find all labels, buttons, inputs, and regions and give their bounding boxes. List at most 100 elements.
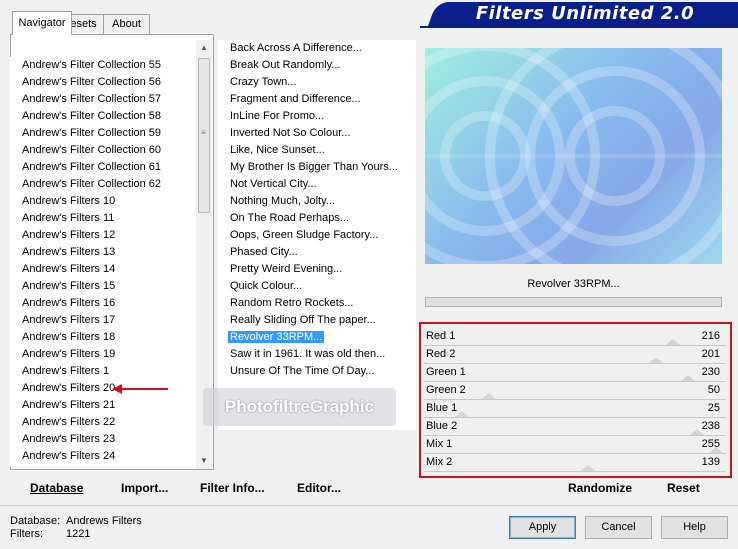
editor-button[interactable]: Editor... [297, 481, 341, 495]
filter-item-label: Really Sliding Off The paper... [230, 314, 376, 326]
filter-item[interactable]: Crazy Town... [218, 74, 416, 91]
category-item[interactable]: Andrew's Filters 12 [10, 227, 195, 244]
scroll-down-arrow-icon[interactable]: ▼ [196, 453, 212, 469]
filter-item[interactable]: Inverted Not So Colour... [218, 125, 416, 142]
selected-filter-label: Revolver 33RPM... [527, 278, 620, 290]
category-item[interactable]: Andrew's Filters 16 [10, 295, 195, 312]
filter-item-label: Saw it in 1961. It was old then... [230, 348, 386, 360]
reset-button[interactable]: Reset [667, 481, 700, 495]
filter-item-label: My Brother Is Bigger Than Yours... [230, 161, 398, 173]
scroll-up-arrow-icon[interactable]: ▲ [196, 40, 212, 56]
slider-value: 216 [701, 330, 720, 342]
app-title: Filters Unlimited 2.0 [475, 3, 695, 24]
category-item[interactable]: Andrew's Filter Collection 57 [10, 91, 195, 108]
slider-value: 255 [701, 438, 720, 450]
filter-item[interactable]: InLine For Promo... [218, 108, 416, 125]
filter-item[interactable]: Random Retro Rockets... [218, 295, 416, 312]
filter-item[interactable]: Phased City... [218, 244, 416, 261]
category-item[interactable]: Andrew's Filters 24 [10, 448, 195, 465]
filter-info-button[interactable]: Filter Info... [200, 481, 265, 495]
slider-thumb[interactable] [649, 357, 664, 363]
category-item[interactable]: Andrew's Filters 22 [10, 414, 195, 431]
filter-item[interactable]: On The Road Perhaps... [218, 210, 416, 227]
filters-count-value: 1221 [66, 528, 91, 540]
tab-about[interactable]: About [103, 14, 150, 34]
filter-item-label: Back Across A Difference... [230, 42, 362, 54]
slider-row[interactable]: Green 1 230 [424, 364, 726, 382]
filter-item[interactable]: Quick Colour... [218, 278, 416, 295]
filter-item[interactable]: Back Across A Difference... [218, 40, 416, 57]
category-item[interactable]: Andrew's Filters 19 [10, 346, 195, 363]
category-item[interactable]: Andrew's Filters 23 [10, 431, 195, 448]
slider-label: Red 2 [426, 348, 456, 360]
slider-row[interactable]: Mix 1 255 [424, 436, 726, 454]
filter-list[interactable]: Back Across A Difference... Break Out Ran… [218, 40, 416, 430]
slider-track[interactable] [424, 471, 726, 472]
filter-item[interactable]: Fragment and Difference... [218, 91, 416, 108]
slider-thumb[interactable] [681, 375, 696, 381]
category-item[interactable]: Andrew's Filters 21 [10, 397, 195, 414]
category-item[interactable]: Andrew's Filters 14 [10, 261, 195, 278]
filter-item[interactable]: Really Sliding Off The paper... [218, 312, 416, 329]
slider-label: Red 1 [426, 330, 456, 342]
slider-row[interactable]: Red 1 216 [424, 328, 726, 346]
category-item[interactable]: Andrew's Filters 1 [10, 363, 195, 380]
randomize-label: Randomize [568, 481, 633, 495]
category-item[interactable]: Andrew's Filter Collection 55 [10, 57, 195, 74]
category-list[interactable]: Andrew's Filter Collection 55 Andrew's Fi… [10, 57, 195, 467]
slider-label: Mix 1 [426, 438, 453, 450]
slider-row[interactable]: Red 2 201 [424, 346, 726, 364]
filter-item[interactable]: My Brother Is Bigger Than Yours... [218, 159, 416, 176]
filter-item[interactable]: Pretty Weird Evening... [218, 261, 416, 278]
category-item[interactable]: Andrew's Filter Collection 58 [10, 108, 195, 125]
category-item[interactable]: Andrew's Filters 17 [10, 312, 195, 329]
category-item[interactable]: Andrew's Filters 15 [10, 278, 195, 295]
filter-item-label: Break Out Randomly... [230, 59, 341, 71]
slider-value: 238 [701, 420, 720, 432]
filter-item[interactable]: Revolver 33RPM... [218, 329, 416, 346]
cancel-button[interactable]: Cancel [585, 516, 652, 539]
filter-item[interactable]: Not Vertical City... [218, 176, 416, 193]
tab-navigator[interactable]: Navigator [12, 11, 72, 35]
category-item[interactable]: Andrew's Filters 13 [10, 244, 195, 261]
filter-item[interactable]: Break Out Randomly... [218, 57, 416, 74]
scroll-thumb[interactable]: ≡ [198, 58, 210, 213]
category-item[interactable]: Andrew's Filter Collection 61 [10, 159, 195, 176]
category-item[interactable]: Andrew's Filter Collection 56 [10, 74, 195, 91]
randomize-button[interactable]: Randomize [568, 481, 632, 495]
category-item[interactable]: Andrew's Filters 10 [10, 193, 195, 210]
import-button[interactable]: Import... [121, 481, 168, 495]
filter-item-label: Like, Nice Sunset... [230, 144, 325, 156]
grip-icon: ≡ [201, 128, 206, 137]
slider-value: 139 [701, 456, 720, 468]
category-item[interactable]: Andrew's Filter Collection 62 [10, 176, 195, 193]
category-item[interactable]: Andrew's Filters 18 [10, 329, 195, 346]
filter-item-label: Crazy Town... [230, 76, 297, 88]
apply-button[interactable]: Apply [509, 516, 576, 539]
database-button[interactable]: Database [30, 481, 83, 495]
slider-thumb[interactable] [580, 465, 595, 471]
category-item[interactable]: Andrew's Filter Collection 59 [10, 125, 195, 142]
filter-item[interactable]: Nothing Much, Jolty... [218, 193, 416, 210]
category-item[interactable]: Andrew's Filter Collection 60 [10, 142, 195, 159]
slider-row[interactable]: Blue 2 238 [424, 418, 726, 436]
help-button[interactable]: Help [661, 516, 728, 539]
slider-row[interactable]: Green 2 50 [424, 382, 726, 400]
category-item[interactable]: Andrew's Filters 11 [10, 210, 195, 227]
slider-label: Blue 1 [426, 402, 458, 414]
import-label: Import... [121, 481, 169, 495]
slider-thumb[interactable] [482, 393, 497, 399]
red-arrow-icon [112, 384, 168, 394]
progress-bar [425, 297, 722, 307]
slider-thumb[interactable] [665, 339, 680, 345]
filter-item-label: InLine For Promo... [230, 110, 325, 122]
filter-item[interactable]: Unsure Of The Time Of Day... [218, 363, 416, 380]
database-status-value: Andrews Filters [66, 515, 142, 527]
database-status-label: Database: [10, 515, 61, 527]
filter-item[interactable]: Like, Nice Sunset... [218, 142, 416, 159]
slider-row[interactable]: Mix 2 139 [424, 454, 726, 472]
slider-value: 50 [707, 384, 720, 396]
filter-item[interactable]: Oops, Green Sludge Factory... [218, 227, 416, 244]
slider-row[interactable]: Blue 1 25 [424, 400, 726, 418]
filter-item[interactable]: Saw it in 1961. It was old then... [218, 346, 416, 363]
